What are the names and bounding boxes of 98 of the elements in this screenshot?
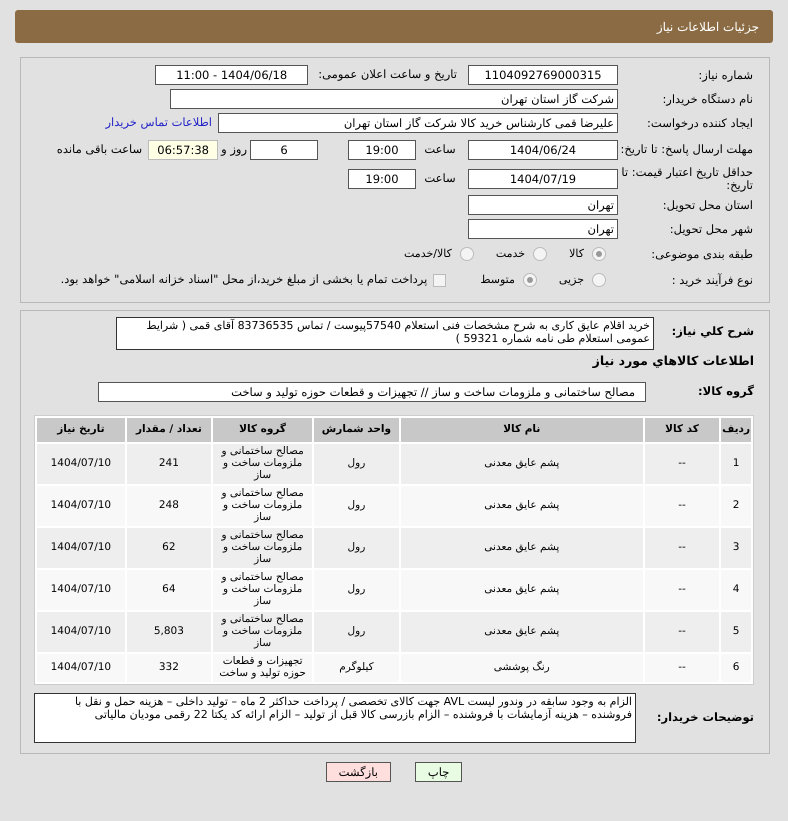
table-cell: 1404/07/10	[37, 612, 125, 652]
column-header: تعداد / مقدار	[126, 418, 211, 442]
remaining-label: ساعت باقی مانده	[56, 140, 144, 158]
table-cell: --	[644, 654, 720, 682]
radio-button[interactable]	[522, 273, 537, 287]
table-cell: 1404/07/10	[37, 570, 125, 610]
table-cell: پشم عایق معدنی	[400, 444, 643, 484]
table-cell: 2	[721, 486, 751, 526]
field-label: مهلت ارسال پاسخ: تا تاریخ:	[619, 143, 754, 156]
table-cell: 4	[721, 570, 751, 610]
table-cell: مصالح ساختمانی و ملزومات ساخت و ساز	[213, 444, 312, 484]
radio-button[interactable]	[592, 247, 606, 261]
table-cell: رول	[314, 444, 399, 484]
table-cell: 6	[721, 654, 751, 682]
field-label: استان محل تحویل:	[662, 198, 754, 212]
table-cell: 332	[126, 654, 211, 682]
field-label: حداقل تاریخ اعتبار قیمت: تا تاریخ:	[620, 166, 754, 192]
field-label: گروه کالا:	[697, 385, 754, 398]
table-cell: --	[644, 612, 720, 652]
checkbox[interactable]	[433, 274, 446, 286]
column-header: نام کالا	[400, 418, 643, 442]
table-cell: --	[644, 570, 720, 610]
table-cell: 3	[721, 528, 751, 568]
notes-area: الزام به وجود سابقه در وندور لیست AVL جهت کالای تخصصی / پرداخت حداکثر 2 ماه – تولید داخلی – هزینه حمل و نقل با فروشنده – هزینه آزمایشات با فروشنده – الزام بازرسی کالا قبل از تولید – الزام ارائه کد یکتا 22 رقمی مودیان مالیاتی	[34, 692, 636, 743]
table-cell: رول	[314, 570, 399, 610]
table-cell: رول	[314, 486, 399, 526]
column-header: واحد شمارش	[314, 418, 399, 442]
back-button[interactable]: بازگشت	[326, 762, 391, 782]
column-header: گروه کالا	[213, 418, 312, 442]
page-title: جزئیات اطلاعات نیاز	[15, 10, 773, 43]
table-cell: پشم عایق معدنی	[400, 486, 643, 526]
table-cell: 64	[126, 570, 211, 610]
time-label: ساعت	[423, 170, 457, 187]
input-field[interactable]: تهران	[468, 219, 618, 239]
field-label: شرح کلي نياز:	[670, 323, 754, 338]
input-field[interactable]: شرکت گاز استان تهران	[170, 89, 618, 109]
field-label: توضیحات خریدار:	[656, 711, 754, 724]
table-cell: رول	[314, 612, 399, 652]
field-label: شماره نیاز:	[697, 68, 754, 82]
input-field[interactable]: 1404/06/24	[468, 140, 618, 160]
radio-button[interactable]	[533, 247, 548, 261]
column-header: تاریخ نیاز	[37, 418, 125, 442]
field-label: طبقه بندی موضوعی:	[650, 248, 754, 260]
radio-button[interactable]	[592, 273, 606, 287]
days-label: روز و	[220, 140, 248, 158]
table-cell: 1404/07/10	[37, 654, 125, 682]
checkbox-label: پرداخت تمام یا بخشی از مبلغ خرید،از محل "اسناد خزانه اسلامی" خواهد بود.	[60, 271, 428, 288]
input-field[interactable]: 19:00	[348, 140, 416, 160]
input-field[interactable]: 19:00	[348, 168, 416, 188]
table-cell: 241	[126, 444, 211, 484]
option-label: خدمت	[496, 246, 526, 262]
table-cell: 1404/07/10	[37, 444, 125, 484]
option-label: کالا/خدمت	[404, 246, 452, 262]
field-label: نوع فرآیند خرید :	[670, 274, 754, 286]
time-label: ساعت	[423, 140, 457, 158]
table-cell: مصالح ساختمانی و ملزومات ساخت و ساز	[213, 486, 312, 526]
radio-button[interactable]	[460, 247, 474, 261]
input-field[interactable]: 1404/06/18 - 11:00	[155, 65, 308, 85]
table-cell: 248	[126, 486, 211, 526]
input-field[interactable]: مصالح ساختمانی و ملزومات ساخت و ساز // تجهیزات و قطعات حوزه تولید و ساخت	[98, 382, 646, 402]
table-cell: پشم عایق معدنی	[400, 570, 643, 610]
table-cell: --	[644, 528, 720, 568]
table-cell: تجهیزات و قطعات حوزه تولید و ساخت	[213, 654, 312, 682]
table-cell: مصالح ساختمانی و ملزومات ساخت و ساز	[213, 612, 312, 652]
table-cell: پشم عایق معدنی	[400, 528, 643, 568]
print-button[interactable]: چاپ	[414, 762, 462, 782]
input-field[interactable]: تهران	[468, 195, 618, 215]
field-label: تاریخ و ساعت اعلان عمومی:	[317, 66, 458, 84]
option-label: کالا	[569, 246, 584, 262]
table-cell: 62	[126, 528, 211, 568]
table-cell: مصالح ساختمانی و ملزومات ساخت و ساز	[213, 528, 312, 568]
table-cell: رنگ پوششی	[400, 654, 643, 682]
option-label: جزیی	[558, 272, 584, 288]
field-label: شهر محل تحویل:	[668, 222, 754, 236]
input-field[interactable]: علیرضا قمی کارشناس خرید کالا شرکت گاز استان تهران	[218, 113, 618, 133]
table-cell: رول	[314, 528, 399, 568]
input-field[interactable]: 06:57:38	[148, 140, 218, 160]
table-cell: 1404/07/10	[37, 528, 125, 568]
input-field[interactable]: 1404/07/19	[468, 168, 618, 188]
option-label: متوسط	[480, 272, 515, 288]
field-label: نام دستگاه خریدار:	[661, 92, 754, 106]
table-cell: --	[644, 444, 720, 484]
table-cell: 1404/07/10	[37, 486, 125, 526]
field-label: ایجاد کننده درخواست:	[646, 116, 754, 130]
table-cell: --	[644, 486, 720, 526]
table-cell: کیلوگرم	[314, 654, 399, 682]
description-area: خرید اقلام عایق کاری به شرح مشخصات فنی استعلام 57540پیوست / تماس 83736535 آقای قمی ( شرایط عمومی استعلام طی نامه شماره 59321 )	[116, 317, 654, 350]
table-cell: 1	[721, 444, 751, 484]
table-cell: 5,803	[126, 612, 211, 652]
input-field[interactable]: 6	[250, 140, 318, 160]
input-field[interactable]: 1104092769000315	[468, 65, 618, 85]
column-header: ردیف	[721, 418, 751, 442]
column-header: کد کالا	[644, 418, 720, 442]
section-title: اطلاعات کالاهاي مورد نياز	[591, 352, 754, 370]
table-cell: پشم عایق معدنی	[400, 612, 643, 652]
contact-link[interactable]: اطلاعات تماس خریدار	[99, 114, 218, 132]
table-cell: مصالح ساختمانی و ملزومات ساخت و ساز	[213, 570, 312, 610]
table-cell: 5	[721, 612, 751, 652]
